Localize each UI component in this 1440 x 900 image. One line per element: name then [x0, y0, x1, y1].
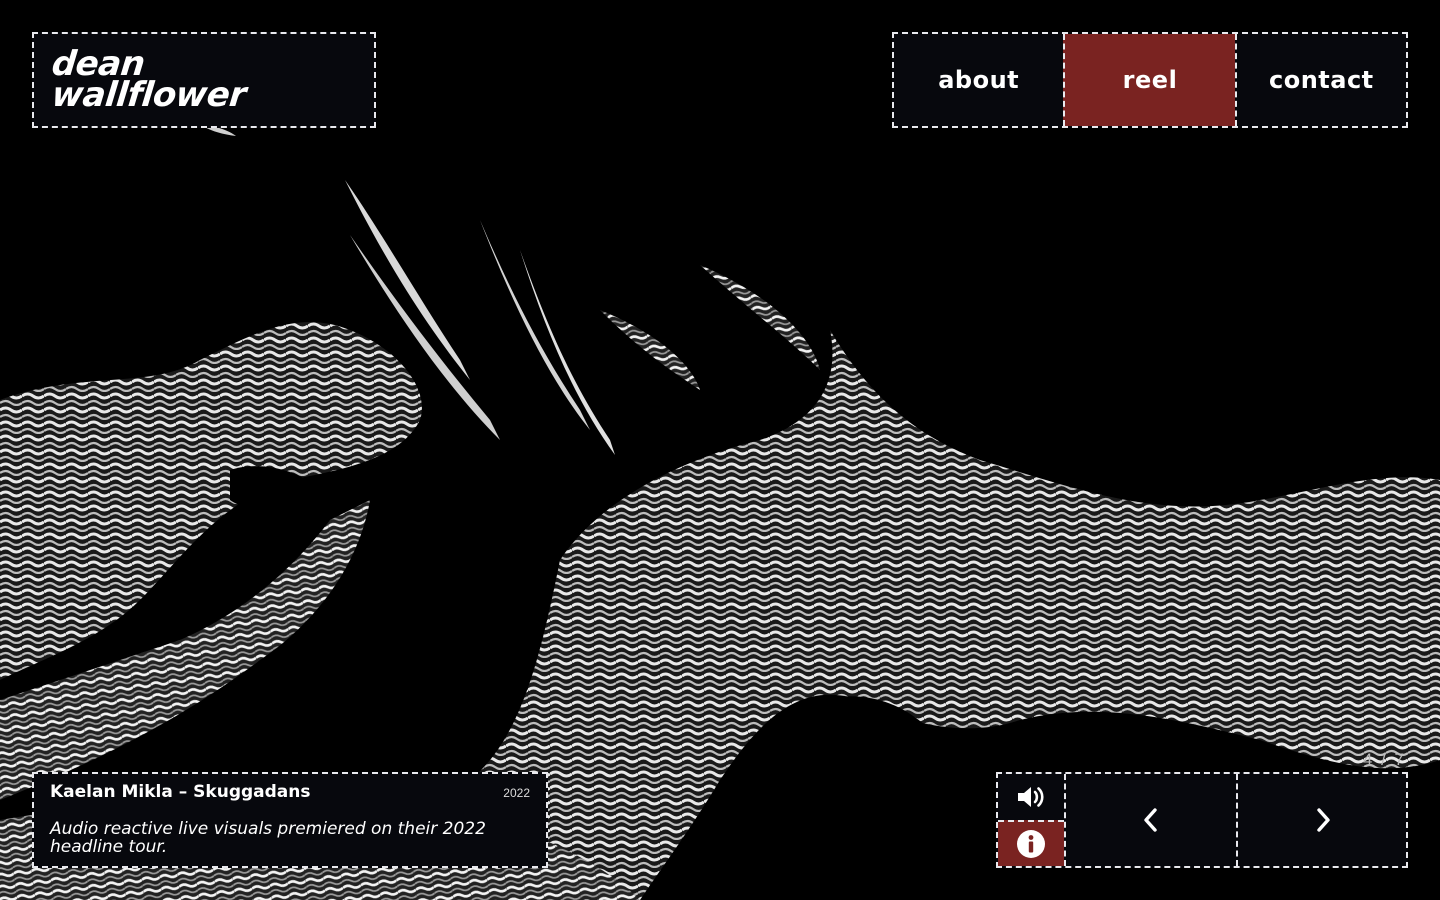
- nav-item-reel[interactable]: reel: [1063, 34, 1235, 126]
- project-description: Audio reactive live visuals premiered on…: [50, 819, 486, 857]
- media-toggle-column: [998, 774, 1064, 866]
- slide-counter: 4 / 7: [1362, 750, 1406, 769]
- info-icon: [1017, 830, 1045, 858]
- reel-video-frame: [0, 0, 1440, 900]
- nav-item-about[interactable]: about: [894, 34, 1063, 126]
- logo-line-second: wallflower: [49, 75, 248, 115]
- next-slide-button[interactable]: [1238, 774, 1408, 866]
- previous-slide-button[interactable]: [1066, 774, 1236, 866]
- reel-stage: dean wallflower about reel contact Kaela…: [0, 0, 1440, 900]
- sound-toggle-button[interactable]: [998, 774, 1064, 820]
- main-nav: about reel contact: [892, 32, 1408, 128]
- chevron-right-icon: [1317, 808, 1330, 832]
- project-title: Kaelan Mikla – Skuggadans: [50, 782, 311, 802]
- project-info-card: Kaelan Mikla – Skuggadans 2022 Audio rea…: [32, 772, 548, 868]
- project-year: 2022: [503, 786, 530, 800]
- speaker-icon: [1018, 787, 1044, 807]
- site-logo[interactable]: dean wallflower: [32, 32, 376, 128]
- chevron-left-icon: [1144, 808, 1157, 832]
- info-toggle-button[interactable]: [998, 820, 1064, 866]
- nav-item-contact[interactable]: contact: [1234, 34, 1406, 126]
- reel-controls: [996, 772, 1408, 868]
